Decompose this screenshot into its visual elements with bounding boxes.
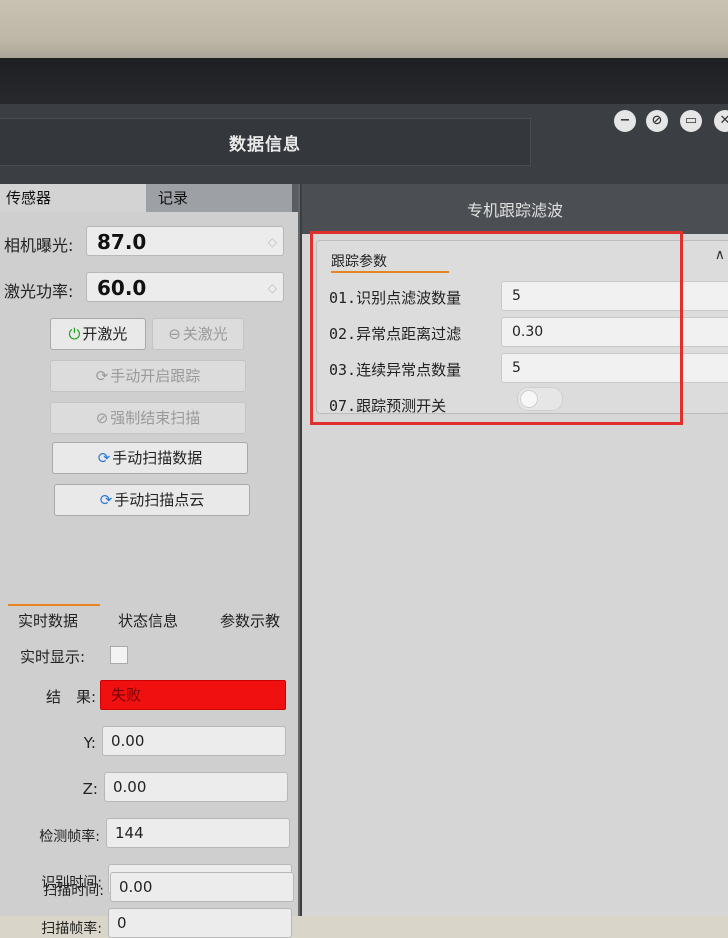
scan-fps-label: 扫描帧率: bbox=[41, 921, 102, 937]
camera-exposure-spinbox[interactable]: 87.0 ◇ bbox=[86, 226, 284, 256]
right-panel-title: 专机跟踪滤波 bbox=[466, 201, 563, 220]
tab-status-info[interactable]: 状态信息 bbox=[118, 610, 178, 631]
y-label: Y: bbox=[83, 734, 96, 752]
manual-scan-data-button[interactable]: ⟳ 手动扫描数据 bbox=[52, 442, 248, 474]
title-bar: 数据信息 bbox=[0, 118, 531, 166]
close-circle-icon[interactable]: ⊘ bbox=[646, 110, 668, 132]
realtime-display-label: 实时显示: bbox=[20, 648, 86, 666]
manual-scan-data-label: 手动扫描数据 bbox=[112, 449, 203, 467]
laser-on-label: 开激光 bbox=[82, 325, 128, 343]
highlight-annotation bbox=[310, 231, 683, 425]
subtab-bar: 实时数据 状态信息 参数示教 bbox=[0, 604, 298, 638]
right-panel-header: 专机跟踪滤波 bbox=[302, 184, 728, 234]
minus-circle-icon: ⊖ bbox=[168, 325, 181, 343]
scan-fps-field[interactable]: 0 bbox=[108, 908, 292, 938]
manual-scan-cloud-label: 手动扫描点云 bbox=[114, 491, 205, 509]
active-tab-indicator bbox=[8, 604, 100, 606]
realtime-display-checkbox[interactable] bbox=[110, 646, 128, 664]
result-status-field: 失败 bbox=[100, 680, 286, 710]
laser-on-button[interactable]: ⏻ 开激光 bbox=[50, 318, 146, 350]
laser-power-label: 激光功率: bbox=[4, 282, 74, 301]
left-panel: 传感器 记录 相机曝光: 87.0 ◇ 激光功率: 60.0 ◇ ⏻ 开激光 ⊖ 关… bbox=[0, 184, 300, 916]
scan-time-label: 扫描时间: bbox=[43, 883, 104, 899]
force-end-scan-button[interactable]: ⊘ 强制结束扫描 bbox=[50, 402, 246, 434]
z-label: Z: bbox=[82, 780, 98, 798]
spin-arrows-icon[interactable]: ◇ bbox=[268, 227, 277, 257]
laser-power-spinbox[interactable]: 60.0 ◇ bbox=[86, 272, 284, 302]
manual-start-tracking-button[interactable]: ⟳ 手动开启跟踪 bbox=[50, 360, 246, 392]
camera-exposure-label: 相机曝光: bbox=[4, 236, 74, 255]
detect-fps-field[interactable]: 144 bbox=[106, 818, 290, 848]
force-end-scan-label: 强制结束扫描 bbox=[110, 409, 201, 427]
left-tabbar: 传感器 记录 bbox=[0, 184, 298, 212]
laser-power-value: 60.0 bbox=[97, 276, 147, 300]
tab-param-teaching[interactable]: 参数示教 bbox=[220, 610, 280, 631]
prohibited-icon: ⊘ bbox=[95, 409, 109, 427]
laser-off-button[interactable]: ⊖ 关激光 bbox=[152, 318, 244, 350]
chevron-up-icon[interactable]: ∧ bbox=[715, 247, 725, 263]
manual-start-tracking-label: 手动开启跟踪 bbox=[110, 367, 201, 385]
sync-icon: ⟳ bbox=[95, 367, 109, 385]
laser-off-label: 关激光 bbox=[182, 325, 228, 343]
power-icon: ⏻ bbox=[68, 325, 81, 343]
sync-icon: ⟳ bbox=[97, 449, 111, 467]
tab-sensor[interactable]: 传感器 bbox=[0, 184, 150, 212]
tab-realtime-data[interactable]: 实时数据 bbox=[18, 610, 78, 631]
sync-icon: ⟳ bbox=[99, 491, 113, 509]
y-field[interactable]: 0.00 bbox=[102, 726, 286, 756]
z-field[interactable]: 0.00 bbox=[104, 772, 288, 802]
spin-arrows-icon[interactable]: ◇ bbox=[268, 273, 277, 303]
camera-exposure-value: 87.0 bbox=[97, 230, 147, 254]
window-title: 数据信息 bbox=[229, 134, 301, 155]
tab-record[interactable]: 记录 bbox=[146, 184, 292, 212]
minimize-icon[interactable]: − bbox=[614, 110, 636, 132]
detect-fps-label: 检测帧率: bbox=[39, 829, 100, 845]
close-icon[interactable]: ✕ bbox=[714, 110, 728, 132]
maximize-icon[interactable]: ▭ bbox=[680, 110, 702, 132]
result-label: 结 果: bbox=[45, 688, 96, 706]
manual-scan-cloud-button[interactable]: ⟳ 手动扫描点云 bbox=[54, 484, 250, 516]
scan-time-field[interactable]: 0.00 bbox=[110, 872, 294, 902]
